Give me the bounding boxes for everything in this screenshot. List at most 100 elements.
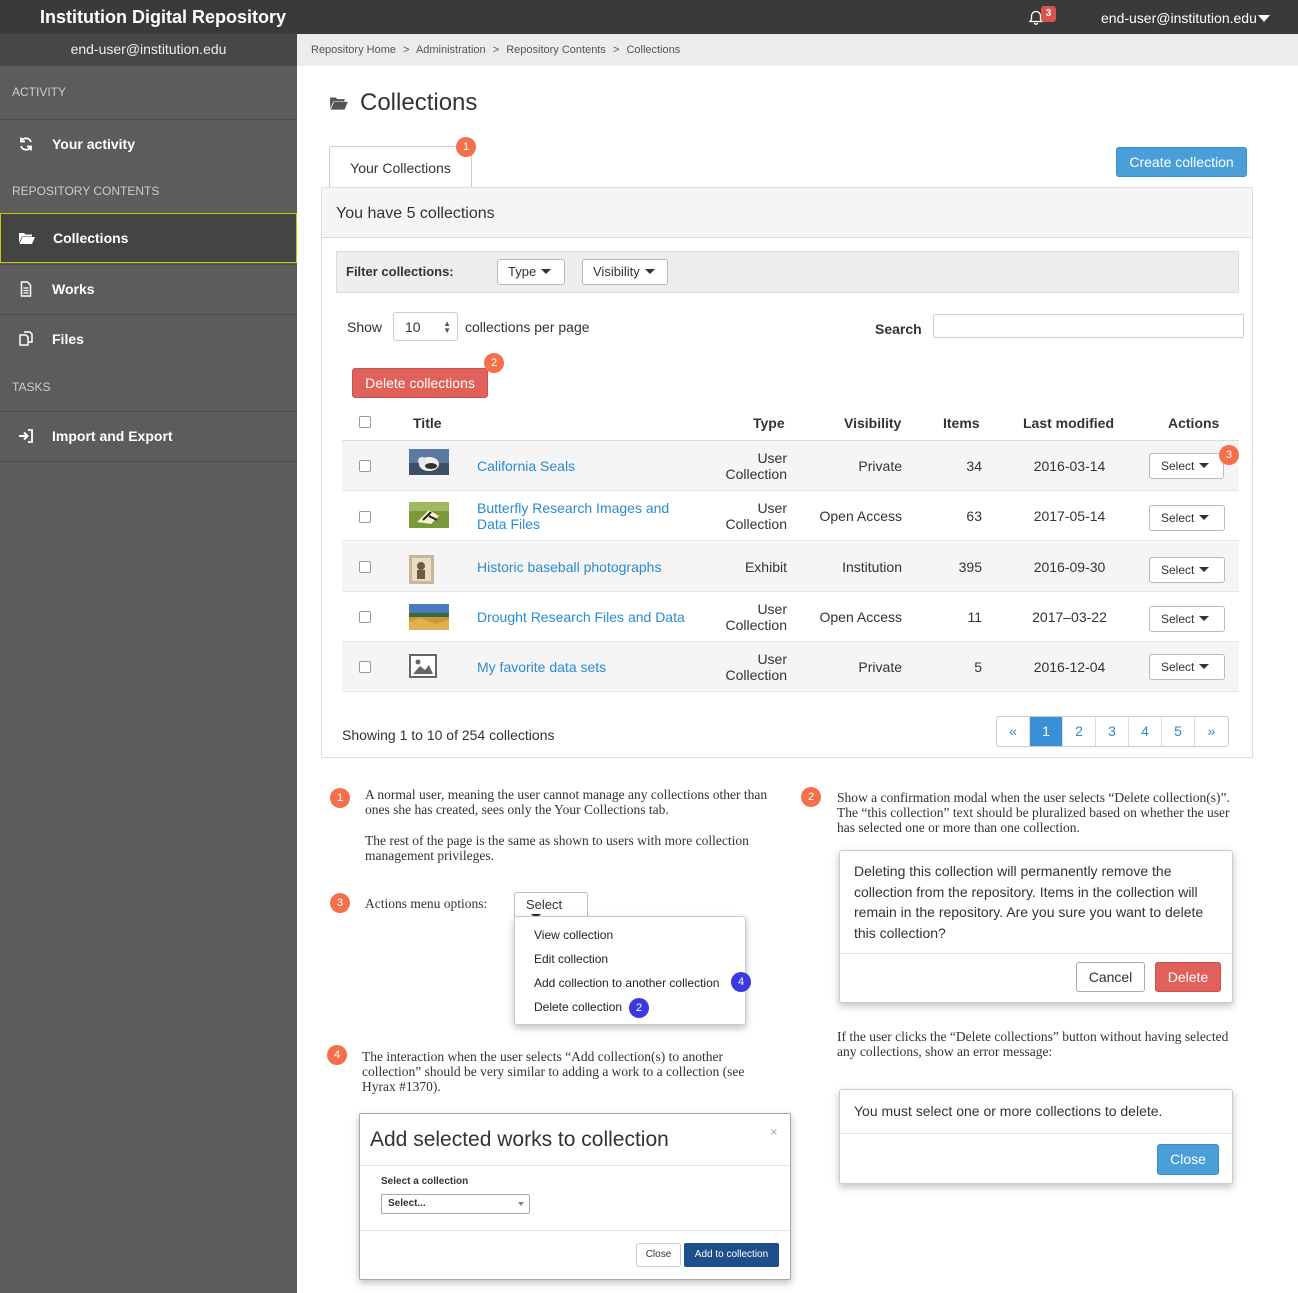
select-all-checkbox[interactable] [359,416,371,428]
sidebar-item-your-activity[interactable]: Your activity [0,119,297,169]
sidebar-item-files[interactable]: Files [0,314,297,364]
filter-bar: Filter collections: Type Visibility [336,251,1239,293]
actions-select-button[interactable]: Select [1149,453,1224,479]
collection-title-link[interactable]: My favorite data sets [477,642,687,692]
table-row: Butterfly Research Images and Data Files… [342,491,1239,541]
page-prev[interactable]: « [997,717,1030,746]
caret-down-icon [1199,664,1210,669]
error-message: You must select one or more collections … [854,1103,1163,1119]
column-header-title[interactable]: Title [413,415,442,431]
search-input[interactable] [933,314,1244,338]
column-header-visibility[interactable]: Visibility [844,415,901,431]
filter-label: Filter collections: [346,264,454,279]
page-next[interactable]: » [1195,717,1228,746]
sidebar-heading-repository: REPOSITORY CONTENTS [12,184,160,198]
visibility-filter-dropdown[interactable]: Visibility [582,259,668,285]
row-checkbox[interactable] [359,511,371,523]
top-navbar: Institution Digital Repository 3 end-use… [0,0,1298,34]
collection-type: User Collection [725,651,787,683]
row-checkbox[interactable] [359,561,371,573]
close-icon[interactable]: × [770,1124,778,1139]
collection-last-modified: 2016-09-30 [1033,559,1106,575]
modal-title: Add selected works to collection [370,1128,669,1151]
collection-last-modified: 2016-12-04 [1033,659,1106,675]
sidebar-item-label: Files [52,331,84,347]
sidebar-divider [0,461,297,462]
app-title[interactable]: Institution Digital Repository [40,7,286,28]
column-header-type[interactable]: Type [753,415,785,431]
annotation-badge: 1 [456,137,476,157]
collection-type: User Collection [725,500,787,532]
annotation-badge: 2 [629,998,649,1018]
menu-item-edit-collection[interactable]: Edit collection [534,952,608,966]
menu-item-view-collection[interactable]: View collection [534,928,613,942]
menu-item-add-to-collection[interactable]: Add collection to another collection [534,976,719,990]
caret-down-icon [1199,567,1210,572]
note-1-text-2: The rest of the page is the same as show… [365,833,749,863]
delete-collections-button[interactable]: Delete collections [352,368,488,398]
page-4[interactable]: 4 [1129,717,1162,746]
collection-thumbnail[interactable] [409,555,434,584]
collection-title-link[interactable]: Historic baseball photographs [477,542,687,592]
collection-items: 5 [974,659,982,675]
collection-title-link[interactable]: California Seals [477,441,687,491]
tab-your-collections[interactable]: Your Collections [329,146,472,188]
type-filter-dropdown[interactable]: Type [497,259,565,285]
modal-divider [360,1165,790,1166]
page-1[interactable]: 1 [1030,717,1063,746]
chevron-down-icon[interactable] [1258,15,1270,22]
page-2[interactable]: 2 [1063,717,1096,746]
actions-select-label: Select [1161,612,1195,626]
actions-select-button[interactable]: Select [1149,606,1225,632]
collection-thumbnail[interactable] [409,502,449,528]
row-checkbox[interactable] [359,661,371,673]
collection-title-link[interactable]: Butterfly Research Images and Data Files [477,491,687,541]
caret-down-icon [541,269,552,274]
collection-thumbnail[interactable] [409,604,449,630]
cancel-button[interactable]: Cancel [1076,962,1145,992]
collection-select[interactable]: Select... [381,1194,530,1214]
search-label: Search [875,321,922,337]
row-checkbox[interactable] [359,460,371,472]
note-5-text: If the user clicks the “Delete collectio… [837,1029,1229,1059]
table-row: Drought Research Files and Data User Col… [342,592,1239,642]
column-header-last-modified[interactable]: Last modified [1023,415,1114,431]
page-5[interactable]: 5 [1162,717,1195,746]
actions-select-button[interactable]: Select [1149,505,1225,531]
image-placeholder-icon[interactable] [409,654,437,678]
column-header-items[interactable]: Items [943,415,980,431]
collection-visibility: Private [858,659,902,675]
collection-type: Exhibit [744,559,787,575]
page-3[interactable]: 3 [1096,717,1129,746]
sidebar: end-user@institution.edu ACTIVITY Your a… [0,34,297,1293]
delete-button[interactable]: Delete [1155,962,1221,992]
sidebar-item-works[interactable]: Works [0,264,297,314]
annotation-badge: 3 [1219,445,1239,465]
breadcrumb-repository-home[interactable]: Repository Home [311,44,396,56]
sign-in-icon [19,429,33,443]
field-label: Select a collection [381,1176,469,1187]
panel-heading: You have 5 collections [322,188,1252,238]
user-menu[interactable]: end-user@institution.edu [1101,10,1257,26]
add-to-collection-button[interactable]: Add to collection [684,1243,779,1267]
menu-item-delete-collection[interactable]: Delete collection [534,1000,622,1014]
sidebar-item-import-export[interactable]: Import and Export [0,411,297,461]
per-page-select[interactable]: 10 ▲ ▼ [393,312,458,341]
note-3-text: Actions menu options: [365,896,488,911]
close-button[interactable]: Close [636,1243,681,1267]
breadcrumb-separator: > [612,44,620,56]
sidebar-item-collections[interactable]: Collections [0,213,297,263]
create-collection-button[interactable]: Create collection [1116,147,1247,177]
close-button[interactable]: Close [1157,1144,1219,1175]
breadcrumb-administration[interactable]: Administration [416,44,486,56]
collection-thumbnail[interactable] [409,449,449,475]
actions-select-button[interactable]: Select [1149,557,1225,583]
actions-select-label: Select [1161,563,1195,577]
actions-select-button[interactable]: Select [1149,654,1225,680]
collection-type: User Collection [725,450,787,482]
notification-count-badge[interactable]: 3 [1041,6,1056,22]
actions-select-button-example[interactable]: Select [514,892,588,919]
row-checkbox[interactable] [359,611,371,623]
breadcrumb-repository-contents[interactable]: Repository Contents [506,44,606,56]
collection-title-link[interactable]: Drought Research Files and Data [477,592,687,642]
